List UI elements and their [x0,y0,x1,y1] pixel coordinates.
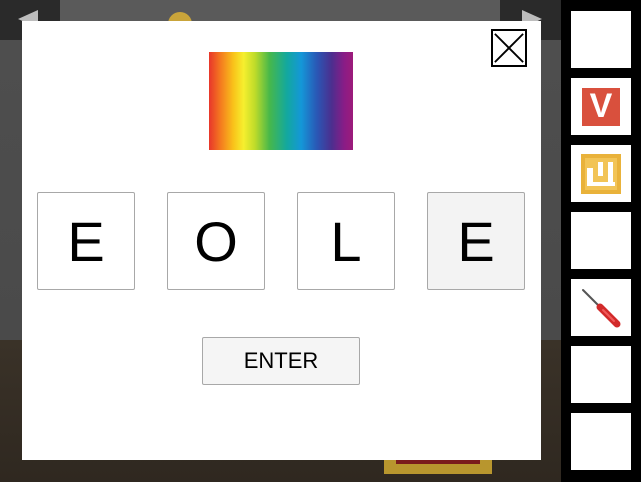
v-card-icon: V [582,87,620,126]
inventory-sidebar: V [561,0,641,482]
inventory-slot-6[interactable] [571,346,631,403]
letter-tile-4[interactable]: E [427,192,525,290]
letter-tile-2[interactable]: O [167,192,265,290]
enter-button[interactable]: ENTER [202,337,360,385]
inventory-slot-1[interactable] [571,11,631,68]
inventory-slot-7[interactable] [571,413,631,470]
screwdriver-icon [582,288,621,327]
inventory-slot-5[interactable] [571,279,631,336]
letter-tile-1[interactable]: E [37,192,135,290]
inventory-slot-4[interactable] [571,212,631,269]
bar-chart-card-icon [581,153,621,194]
inventory-slot-2[interactable]: V [571,78,631,135]
inventory-slot-3[interactable] [571,145,631,202]
rainbow-spectrum-clue [209,52,353,150]
code-entry-modal: E O L E ENTER [22,21,541,460]
close-button[interactable] [491,29,527,67]
close-icon [494,33,524,63]
letter-tile-3[interactable]: L [297,192,395,290]
